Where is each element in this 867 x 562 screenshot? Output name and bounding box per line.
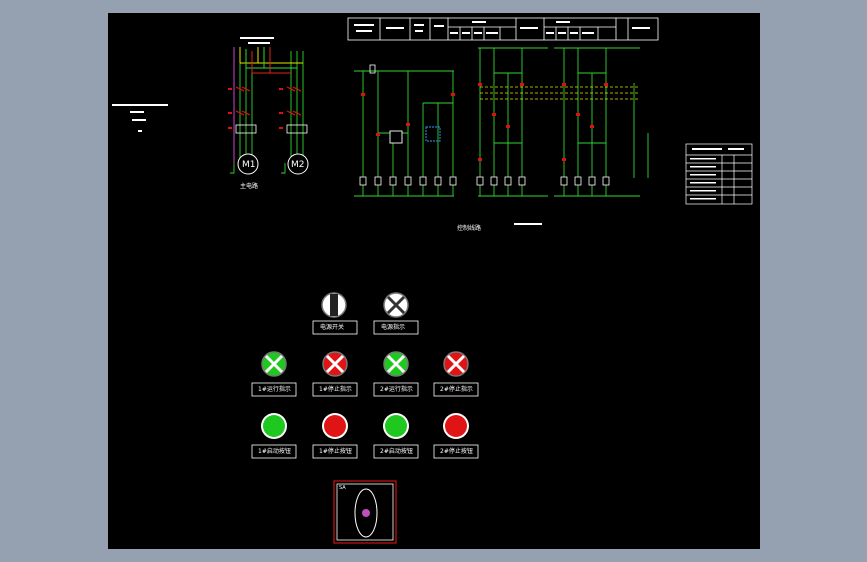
panel-label-power-indicator: 电源指示: [381, 324, 406, 331]
control-circuit: [354, 47, 649, 197]
control-circuit-caption: 控制线路: [457, 225, 482, 232]
joystick-label: SA: [339, 485, 346, 491]
panel-label-2-run: 2#运行指示: [380, 386, 413, 393]
button-green-icon[interactable]: [385, 415, 407, 437]
panel-label-1-stop: 1#停止指示: [319, 386, 352, 393]
drawing-sheet: M1 M2 主电路 控制线路 电源开关 电源指示 1#运行指示 1#停止指示 2…: [108, 13, 760, 549]
operator-panel: [251, 292, 479, 544]
control-components: [359, 64, 610, 225]
title-block-glyphs: [354, 21, 650, 34]
panel-label-1-start-btn: 1#启动按钮: [258, 448, 291, 455]
power-circuit-caption: 主电路: [240, 183, 259, 190]
schematic-canvas: [112, 17, 753, 544]
legend-glyphs: [690, 148, 744, 200]
button-red-icon[interactable]: [445, 415, 467, 437]
motor-label-m1: M1: [242, 160, 256, 170]
button-green-icon[interactable]: [263, 415, 285, 437]
selector-switch-knob: [330, 294, 338, 316]
panel-label-1-run: 1#运行指示: [258, 386, 291, 393]
panel-label-2-stop: 2#停止指示: [440, 386, 473, 393]
button-red-icon[interactable]: [324, 415, 346, 437]
spec-notes: [112, 104, 168, 132]
motor-label-m2: M2: [291, 160, 305, 170]
panel-label-power-switch: 电源开关: [320, 324, 345, 331]
panel-label-2-start-btn: 2#启动按钮: [380, 448, 413, 455]
panel-label-1-stop-btn: 1#停止按钮: [319, 448, 352, 455]
power-circuit: [228, 37, 309, 175]
joystick-icon[interactable]: [362, 509, 370, 517]
interlock-lines: [480, 86, 638, 100]
panel-label-2-stop-btn: 2#停止按钮: [440, 448, 473, 455]
